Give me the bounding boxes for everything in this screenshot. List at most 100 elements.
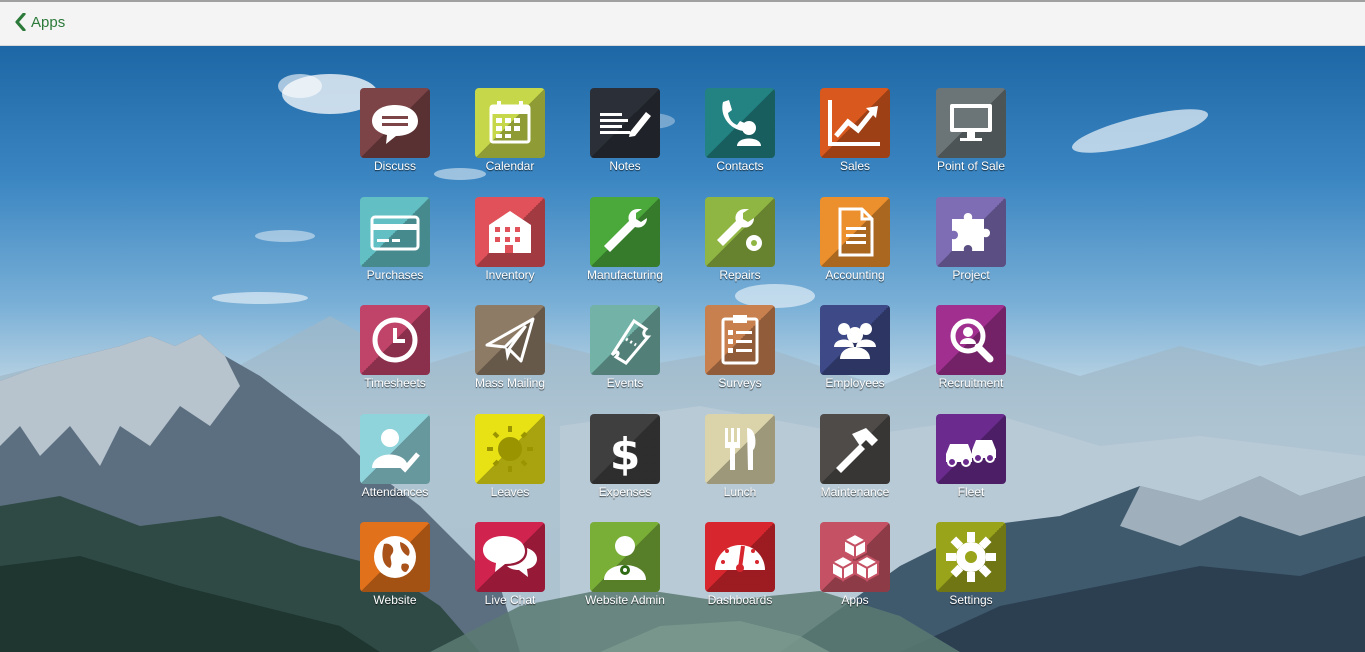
app-icon-box xyxy=(820,522,890,592)
app-label: Contacts xyxy=(716,159,764,173)
app-label: Settings xyxy=(949,593,993,607)
chat-bubble-icon xyxy=(372,105,418,144)
app-tile-lunch[interactable]: Lunch xyxy=(682,414,798,514)
app-tile-discuss[interactable]: Discuss xyxy=(337,88,453,188)
app-icon-box xyxy=(936,414,1006,484)
sun-icon xyxy=(487,426,533,472)
app-tile-expenses[interactable]: $ Expenses xyxy=(567,414,683,514)
app-label: Manufacturing xyxy=(586,268,664,282)
app-label: Maintenance xyxy=(820,485,890,499)
chevron-left-icon xyxy=(15,13,26,31)
app-icon-box xyxy=(936,305,1006,375)
app-icon-box xyxy=(475,305,545,375)
document-icon xyxy=(838,207,874,257)
app-icon-box: $ xyxy=(590,414,660,484)
app-tile-events[interactable]: Events xyxy=(567,305,683,405)
puzzle-icon xyxy=(952,213,990,251)
app-tile-repairs[interactable]: Repairs xyxy=(682,197,798,297)
app-tile-purchases[interactable]: Purchases xyxy=(337,197,453,297)
credit-card-icon xyxy=(370,215,420,251)
hammer-icon xyxy=(836,428,878,473)
app-tile-employees[interactable]: Employees xyxy=(797,305,913,405)
person-gear-icon xyxy=(604,536,646,580)
app-label: Surveys xyxy=(718,376,762,390)
app-tile-apps[interactable]: Apps xyxy=(797,522,913,622)
calendar-icon xyxy=(489,101,531,144)
app-tile-attendances[interactable]: Attendances xyxy=(337,414,453,514)
app-label: Timesheets xyxy=(364,376,426,390)
warehouse-building-icon xyxy=(489,211,531,253)
app-tile-mass-mailing[interactable]: Mass Mailing xyxy=(452,305,568,405)
app-icon-box xyxy=(475,88,545,158)
app-tile-website[interactable]: Website xyxy=(337,522,453,622)
app-icon-box xyxy=(705,305,775,375)
app-label: Live Chat xyxy=(484,593,536,607)
chat-bubbles-icon xyxy=(483,536,537,577)
app-label: Mass Mailing xyxy=(474,376,546,390)
app-tile-manufacturing[interactable]: Manufacturing xyxy=(567,197,683,297)
app-tile-live-chat[interactable]: Live Chat xyxy=(452,522,568,622)
app-tile-recruitment[interactable]: Recruitment xyxy=(913,305,1029,405)
app-label: Purchases xyxy=(366,268,424,282)
app-icon-box xyxy=(475,414,545,484)
app-tile-surveys[interactable]: Surveys xyxy=(682,305,798,405)
app-label: Calendar xyxy=(485,159,535,173)
wrench-gear-icon xyxy=(717,209,762,251)
app-label: Accounting xyxy=(825,268,885,282)
app-icon-box xyxy=(475,522,545,592)
cubes-icon xyxy=(829,532,881,582)
app-icon-box xyxy=(820,197,890,267)
app-icon-box xyxy=(820,305,890,375)
wrench-icon xyxy=(604,209,647,252)
clock-icon xyxy=(372,317,418,363)
app-tile-inventory[interactable]: Inventory xyxy=(452,197,568,297)
app-icon-box xyxy=(360,522,430,592)
app-label: Repairs xyxy=(719,268,761,282)
app-icon-box xyxy=(936,197,1006,267)
app-label: Recruitment xyxy=(938,376,1004,390)
app-tile-fleet[interactable]: Fleet xyxy=(913,414,1029,514)
app-label: Attendances xyxy=(361,485,429,499)
app-tile-maintenance[interactable]: Maintenance xyxy=(797,414,913,514)
app-icon-box xyxy=(590,522,660,592)
app-tile-notes[interactable]: Notes xyxy=(567,88,683,188)
apps-back-link[interactable]: Apps xyxy=(14,13,65,31)
app-label: Notes xyxy=(609,159,641,173)
person-check-icon xyxy=(372,429,420,473)
app-icon-box xyxy=(590,197,660,267)
phone-person-icon xyxy=(722,100,761,146)
app-label: Fleet xyxy=(957,485,985,499)
app-tile-calendar[interactable]: Calendar xyxy=(452,88,568,188)
app-icon-box xyxy=(590,88,660,158)
people-group-icon xyxy=(834,323,876,359)
app-tile-leaves[interactable]: Leaves xyxy=(452,414,568,514)
app-icon-box xyxy=(590,305,660,375)
app-icon-box xyxy=(705,197,775,267)
dollar-icon: $ xyxy=(610,429,641,480)
app-icon-box xyxy=(936,88,1006,158)
app-tile-contacts[interactable]: Contacts xyxy=(682,88,798,188)
app-tile-website-admin[interactable]: Website Admin xyxy=(567,522,683,622)
app-label: Point of Sale xyxy=(936,159,1006,173)
app-label: Inventory xyxy=(485,268,535,282)
app-label: Events xyxy=(606,376,644,390)
app-tile-dashboards[interactable]: Dashboards xyxy=(682,522,798,622)
app-tile-accounting[interactable]: Accounting xyxy=(797,197,913,297)
svg-text:$: $ xyxy=(610,429,641,480)
notes-pencil-icon xyxy=(600,112,651,137)
app-label: Lunch xyxy=(723,485,757,499)
app-tile-point-of-sale[interactable]: Point of Sale xyxy=(913,88,1029,188)
app-label: Discuss xyxy=(373,159,416,173)
clipboard-checklist-icon xyxy=(721,315,759,365)
app-tile-timesheets[interactable]: Timesheets xyxy=(337,305,453,405)
app-icon-box xyxy=(705,522,775,592)
app-icon-box xyxy=(360,197,430,267)
top-bar: Apps xyxy=(0,0,1365,46)
app-label: Website xyxy=(373,593,417,607)
app-tile-sales[interactable]: Sales xyxy=(797,88,913,188)
app-tile-settings[interactable]: Settings xyxy=(913,522,1029,622)
monitor-icon xyxy=(950,104,992,141)
app-label: Expenses xyxy=(598,485,652,499)
app-tile-project[interactable]: Project xyxy=(913,197,1029,297)
app-label: Leaves xyxy=(490,485,530,499)
